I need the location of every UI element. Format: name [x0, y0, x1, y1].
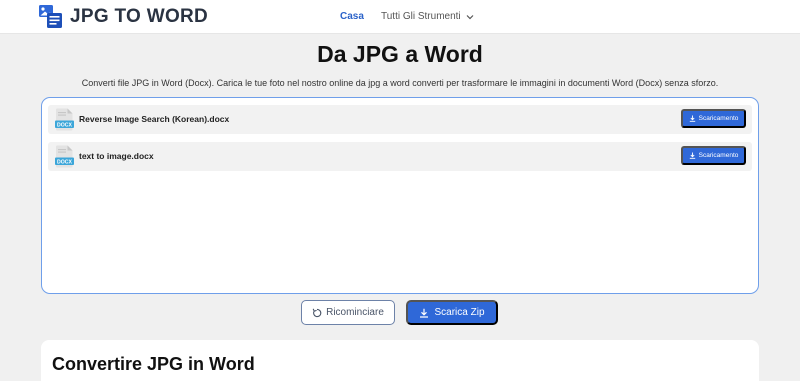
nav-dropdown-tools[interactable]: Tutti Gli Strumenti	[381, 11, 474, 22]
file-row: DOCX Reverse Image Search (Korean).docx …	[48, 105, 752, 134]
restart-icon	[312, 308, 322, 317]
file-name: text to image.docx	[79, 151, 154, 161]
page-description: Converti file JPG in Word (Docx). Carica…	[81, 78, 719, 88]
chevron-down-icon	[466, 14, 474, 19]
download-button[interactable]: Scaricamento	[681, 146, 746, 165]
download-button[interactable]: Scaricamento	[681, 109, 746, 128]
logo-icon	[38, 4, 63, 29]
download-button-label: Scaricamento	[698, 115, 739, 122]
nav-dropdown-tools-label: Tutti Gli Strumenti	[381, 11, 461, 22]
docx-file-icon: DOCX	[55, 145, 74, 168]
file-row: DOCX text to image.docx Scaricamento	[48, 142, 752, 171]
navbar: JPG TO WORD Casa Tutti Gli Strumenti	[0, 0, 800, 34]
file-type-label: DOCX	[57, 122, 73, 128]
download-button-label: Scaricamento	[698, 152, 739, 159]
nav-link-home[interactable]: Casa	[340, 11, 364, 22]
file-name: Reverse Image Search (Korean).docx	[79, 114, 230, 124]
logo[interactable]: JPG TO WORD	[38, 4, 208, 29]
file-type-label: DOCX	[57, 159, 73, 165]
download-icon	[689, 152, 695, 159]
download-icon	[420, 308, 429, 318]
docx-file-icon: DOCX	[55, 108, 74, 131]
download-zip-button[interactable]: Scarica Zip	[406, 300, 498, 325]
page-title: Da JPG a Word	[317, 41, 483, 67]
converted-files-panel: DOCX Reverse Image Search (Korean).docx …	[41, 97, 759, 294]
download-zip-button-label: Scarica Zip	[434, 307, 485, 318]
restart-button-label: Ricominciare	[326, 307, 384, 318]
info-section-title: Convertire JPG in Word	[52, 354, 255, 374]
download-icon	[689, 115, 695, 122]
logo-text: JPG TO WORD	[70, 5, 209, 27]
info-section: Convertire JPG in Word	[41, 340, 759, 381]
restart-button[interactable]: Ricominciare	[301, 300, 395, 325]
